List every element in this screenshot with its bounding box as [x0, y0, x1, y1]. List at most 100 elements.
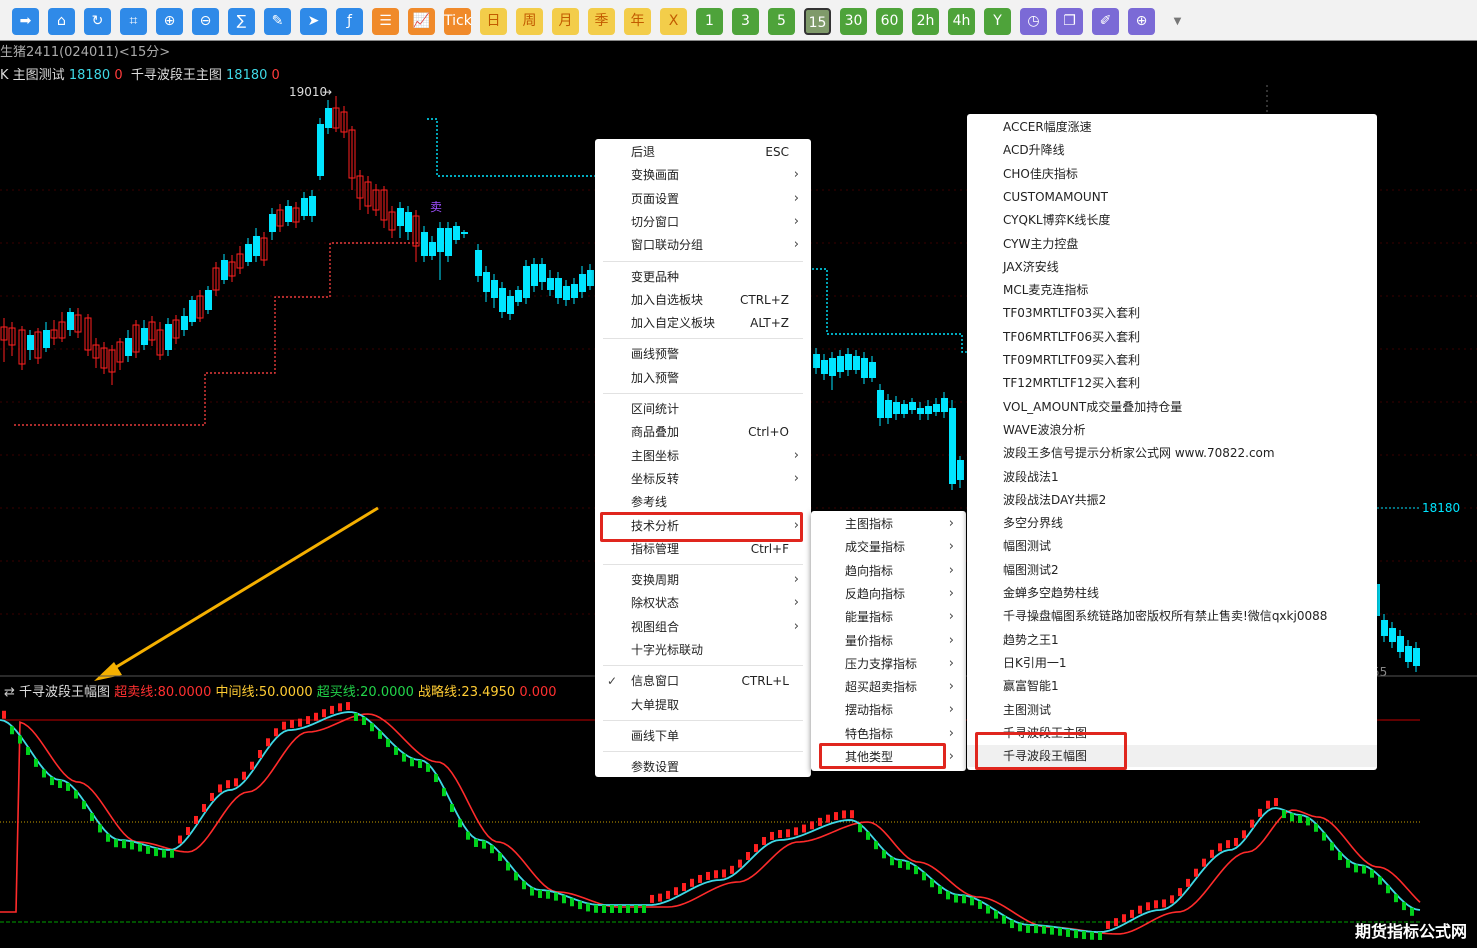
indicator-item-24[interactable]: 赢富智能1: [967, 675, 1377, 697]
dropdown-arrow-icon[interactable]: ▼: [1164, 8, 1191, 35]
period-button-5[interactable]: 季: [588, 8, 615, 35]
period-button-7[interactable]: X: [660, 8, 687, 35]
period-button-15[interactable]: 4h: [948, 8, 975, 35]
indicator-item-19[interactable]: 幅图测试2: [967, 559, 1377, 581]
refresh-icon[interactable]: ↻: [84, 8, 111, 35]
indicator-item-11[interactable]: TF12MRTLTF12买入套利: [967, 372, 1377, 394]
home-icon[interactable]: ⌂: [48, 8, 75, 35]
indicator-item-6[interactable]: JAX济安线: [967, 256, 1377, 278]
indicator-item-9[interactable]: TF06MRTLTF06买入套利: [967, 326, 1377, 348]
window-icon[interactable]: ❐: [1056, 8, 1083, 35]
indicator-item-17[interactable]: 多空分界线: [967, 512, 1377, 534]
stair-resistance-line-2: [812, 268, 967, 353]
period-button-1[interactable]: Tick: [444, 8, 472, 35]
indicator-item-7[interactable]: MCL麦克连指标: [967, 279, 1377, 301]
rising-bar: [234, 778, 238, 787]
submenu-item-3[interactable]: 反趋向指标 ›: [811, 583, 966, 605]
menu-item-21[interactable]: 变换周期 ›: [595, 569, 811, 591]
cursor-icon[interactable]: ➤: [300, 8, 327, 35]
indicator-item-14[interactable]: 波段王多信号提示分析家公式网 www.70822.com: [967, 442, 1377, 464]
indicator-item-13[interactable]: WAVE波浪分析: [967, 419, 1377, 441]
menu-item-19[interactable]: 指标管理 Ctrl+F: [595, 538, 811, 560]
indicator-item-18[interactable]: 幅图测试: [967, 535, 1377, 557]
indicator-item-10[interactable]: TF09MRTLTF09买入套利: [967, 349, 1377, 371]
menu-item-23[interactable]: 视图组合 ›: [595, 616, 811, 638]
sub-legend-overbuy: 超卖线:80.0000: [114, 685, 212, 700]
indicator-item-8[interactable]: TF03MRTLTF03买入套利: [967, 302, 1377, 324]
fx-icon[interactable]: ƒ: [336, 8, 363, 35]
chart-icon[interactable]: 📈: [408, 8, 435, 35]
indicator-item-25[interactable]: 主图测试: [967, 699, 1377, 721]
zoom-in-icon[interactable]: ⊕: [156, 8, 183, 35]
clock-icon[interactable]: ◷: [1020, 8, 1047, 35]
submenu-item-5[interactable]: 量价指标 ›: [811, 630, 966, 652]
menu-item-1[interactable]: 变换画面 ›: [595, 164, 811, 186]
indicator-item-22[interactable]: 趋势之王1: [967, 629, 1377, 651]
indicator-item-3[interactable]: CUSTOMAMOUNT: [967, 186, 1377, 208]
zoom-out-icon[interactable]: ⊖: [192, 8, 219, 35]
menu-item-13[interactable]: 区间统计: [595, 398, 811, 420]
pen-icon[interactable]: ✎: [264, 8, 291, 35]
menu-item-31[interactable]: 参数设置: [595, 756, 811, 778]
submenu-item-7[interactable]: 超买超卖指标 ›: [811, 676, 966, 698]
menu-item-2[interactable]: 页面设置 ›: [595, 188, 811, 210]
indicator-item-12[interactable]: VOL_AMOUNT成交量叠加持仓量: [967, 396, 1377, 418]
menu-item-3[interactable]: 切分窗口 ›: [595, 211, 811, 233]
indicator-item-4[interactable]: CYQKL博弈K线长度: [967, 209, 1377, 231]
crop-icon[interactable]: ⌗: [120, 8, 147, 35]
indicator-item-23[interactable]: 日K引用一1: [967, 652, 1377, 674]
period-button-13[interactable]: 60: [876, 8, 903, 35]
menu-item-17[interactable]: 参考线: [595, 491, 811, 513]
menu-item-16[interactable]: 坐标反转 ›: [595, 468, 811, 490]
indicator-item-15[interactable]: 波段战法1: [967, 466, 1377, 488]
submenu-item-6[interactable]: 压力支撑指标 ›: [811, 653, 966, 675]
menu-item-0[interactable]: 后退 ESC: [595, 141, 811, 163]
indicator-item-5[interactable]: CYW主力控盘: [967, 233, 1377, 255]
period-button-4[interactable]: 月: [552, 8, 579, 35]
menu-item-4[interactable]: 窗口联动分组 ›: [595, 234, 811, 256]
menu-item-10[interactable]: 画线预警: [595, 343, 811, 365]
indicator-item-1[interactable]: ACD升降线: [967, 139, 1377, 161]
edit-icon[interactable]: ✐: [1092, 8, 1119, 35]
submenu-item-8[interactable]: 摆动指标 ›: [811, 699, 966, 721]
period-button-12[interactable]: 30: [840, 8, 867, 35]
period-button-9[interactable]: 3: [732, 8, 759, 35]
menu-item-11[interactable]: 加入预警: [595, 367, 811, 389]
menu-item-22[interactable]: 除权状态 ›: [595, 592, 811, 614]
period-button-14[interactable]: 2h: [912, 8, 939, 35]
indicator-item-21[interactable]: 千寻操盘幅图系统链路加密版权所有禁止售卖!微信qxkj0088: [967, 605, 1377, 627]
menu-item-15[interactable]: 主图坐标 ›: [595, 445, 811, 467]
submenu-item-0[interactable]: 主图指标 ›: [811, 513, 966, 535]
submenu-item-1[interactable]: 成交量指标 ›: [811, 536, 966, 558]
indicator-item-16[interactable]: 波段战法DAY共振2: [967, 489, 1377, 511]
period-button-11[interactable]: 15: [804, 8, 831, 35]
swap-icon[interactable]: ⇄: [4, 685, 15, 700]
submenu-item-4[interactable]: 能量指标 ›: [811, 606, 966, 628]
menu-item-7[interactable]: 加入自选板块 CTRL+Z: [595, 289, 811, 311]
menu-item-8[interactable]: 加入自定义板块 ALT+Z: [595, 312, 811, 334]
submenu-item-9[interactable]: 特色指标 ›: [811, 723, 966, 745]
indicator-item-2[interactable]: CHO佳庆指标: [967, 163, 1377, 185]
submenu-item-2[interactable]: 趋向指标 ›: [811, 560, 966, 582]
candle-body: [475, 250, 482, 276]
menu-item-27[interactable]: 大单提取: [595, 694, 811, 716]
indicator-item-0[interactable]: ACCER幅度涨速: [967, 116, 1377, 138]
forward-icon[interactable]: ➡: [12, 8, 39, 35]
menu-item-29[interactable]: 画线下单: [595, 725, 811, 747]
period-button-6[interactable]: 年: [624, 8, 651, 35]
period-button-2[interactable]: 日: [480, 8, 507, 35]
add-icon[interactable]: ⊕: [1128, 8, 1155, 35]
period-button-10[interactable]: 5: [768, 8, 795, 35]
period-button-3[interactable]: 周: [516, 8, 543, 35]
indicator-item-20[interactable]: 金蝉多空趋势柱线: [967, 582, 1377, 604]
period-button-8[interactable]: 1: [696, 8, 723, 35]
menu-item-26[interactable]: 信息窗口 CTRL+L ✓: [595, 670, 811, 692]
sub-legend-name[interactable]: 千寻波段王幅图: [19, 685, 110, 700]
menu-item-24[interactable]: 十字光标联动: [595, 639, 811, 661]
list-icon[interactable]: ☰: [372, 8, 399, 35]
menu-separator: [603, 665, 803, 667]
menu-item-6[interactable]: 变更品种: [595, 266, 811, 288]
period-button-16[interactable]: Y: [984, 8, 1011, 35]
menu-item-14[interactable]: 商品叠加 Ctrl+O: [595, 421, 811, 443]
formula-icon[interactable]: ∑: [228, 8, 255, 35]
